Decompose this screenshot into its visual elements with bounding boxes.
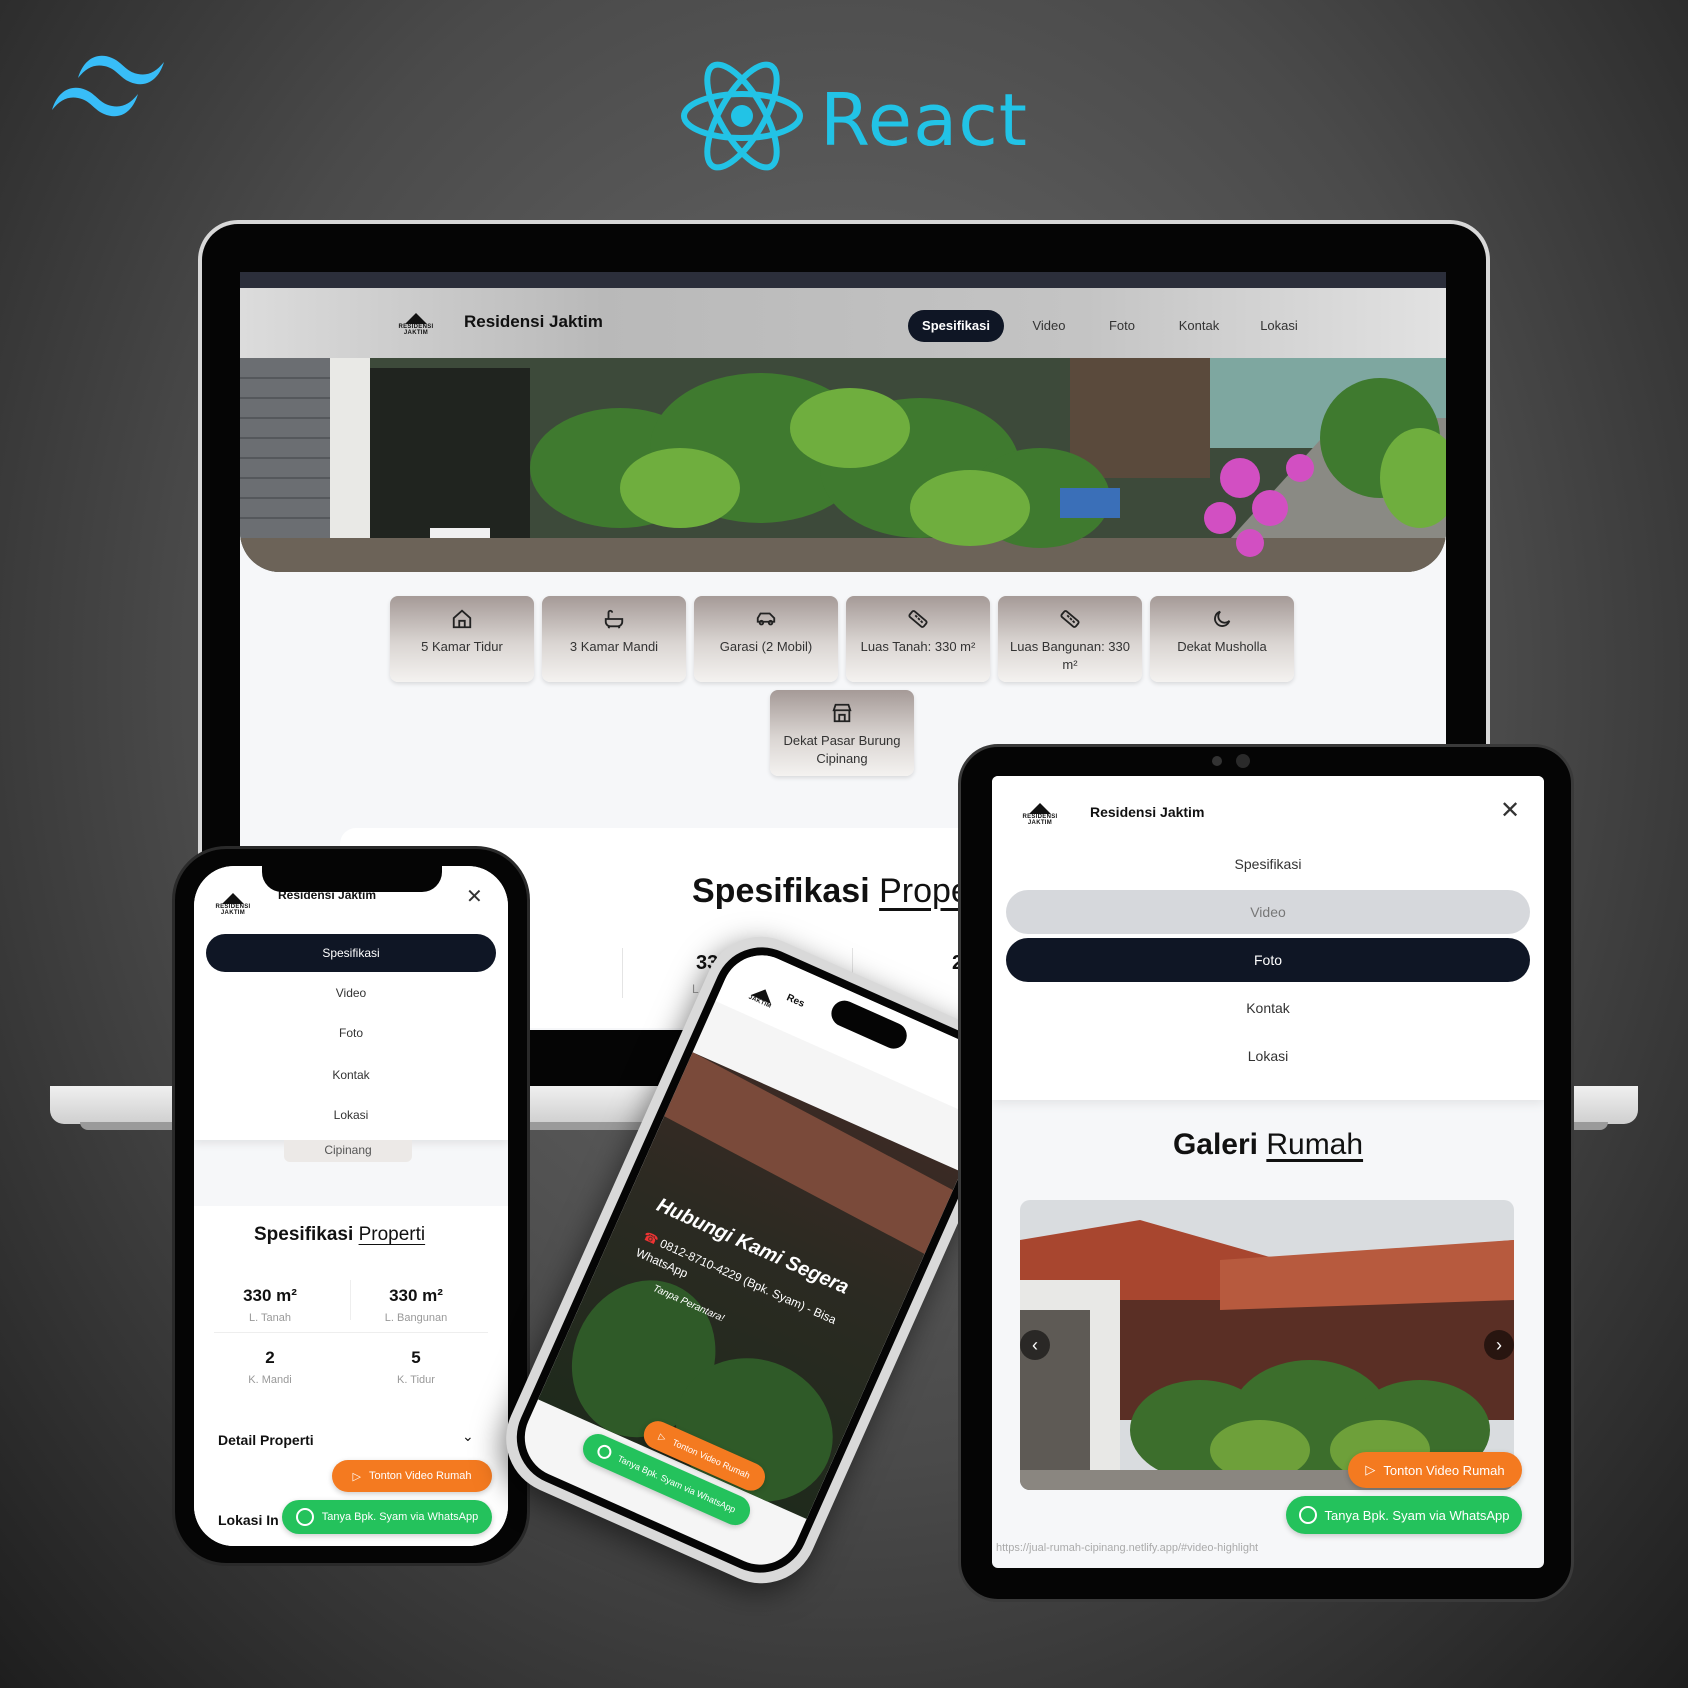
tailwind-logo-icon <box>52 55 164 117</box>
mobile-menu-spesifikasi[interactable]: Spesifikasi <box>206 934 496 972</box>
feature-card-fragment: Cipinang <box>284 1140 412 1162</box>
tablet-menu-spesifikasi[interactable]: Spesifikasi <box>1006 842 1530 886</box>
feature-card: Dekat Musholla <box>1150 596 1294 682</box>
mobile-menu-kontak[interactable]: Kontak <box>206 1056 496 1094</box>
nav-item-video[interactable]: Video <box>1016 310 1082 342</box>
whatsapp-icon <box>295 1508 314 1526</box>
watch-video-button[interactable]: ▷ Tonton Video Rumah <box>1348 1452 1522 1488</box>
tablet-menu-lokasi[interactable]: Lokasi <box>1006 1034 1530 1078</box>
feature-label: 3 Kamar Mandi <box>569 639 659 654</box>
moon-icon <box>1214 610 1231 627</box>
whatsapp-icon <box>1298 1506 1317 1524</box>
tablet-camera-icon <box>1236 754 1250 768</box>
tablet-menu-kontak[interactable]: Kontak <box>1006 986 1530 1030</box>
brand-logo[interactable]: RESIDENSI JAKTIM <box>215 886 250 916</box>
whatsapp-button[interactable]: Tanya Bpk. Syam via WhatsApp <box>282 1500 492 1534</box>
play-icon: ▷ <box>352 1470 361 1483</box>
stat-label: L. Tanah <box>248 1312 291 1324</box>
bath-icon <box>604 609 624 629</box>
ruler-icon <box>908 610 928 628</box>
tablet-camera-icon <box>1212 756 1222 766</box>
watch-video-button[interactable]: ▷ Tonton Video Rumah <box>332 1460 492 1492</box>
close-icon[interactable]: ✕ <box>1500 796 1520 825</box>
lokasi-heading: Lokasi In <box>218 1512 279 1528</box>
brand-logo[interactable]: RESIDENSI JAKTIM <box>396 306 436 336</box>
stat-label: K. Tidur <box>397 1374 435 1386</box>
play-icon: ▷ <box>1365 1462 1376 1477</box>
feature-card: Dekat Pasar Burung Cipinang <box>770 690 914 776</box>
gallery-photo: ‹ › <box>1020 1200 1514 1490</box>
whatsapp-button[interactable]: Tanya Bpk. Syam via WhatsApp <box>1286 1496 1522 1534</box>
nav-item-kontak[interactable]: Kontak <box>1162 310 1236 342</box>
brand-title[interactable]: Residensi Jaktim <box>1090 804 1204 820</box>
whatsapp-icon <box>595 1442 614 1462</box>
mobile-menu-video[interactable]: Video <box>206 974 496 1012</box>
stat-label: L. Bangunan <box>384 1312 448 1324</box>
browser-address-bar[interactable] <box>240 272 1446 288</box>
gallery-title: Galeri Rumah <box>1172 1128 1364 1161</box>
feature-card: Garasi (2 Mobil) <box>694 596 838 682</box>
store-icon <box>832 703 852 723</box>
react-atom-icon <box>681 61 803 171</box>
feature-label: Dekat Pasar Burung Cipinang <box>783 733 901 766</box>
close-icon[interactable]: ✕ <box>466 884 483 909</box>
stat-divider <box>214 1332 488 1333</box>
stat-divider <box>622 948 623 998</box>
play-icon: ▷ <box>657 1430 668 1443</box>
stat-value: 330 m² <box>389 1286 443 1305</box>
stat-value: 2 <box>265 1348 275 1367</box>
mobile-menu-foto[interactable]: Foto <box>206 1014 496 1052</box>
brand-title[interactable]: Residensi Jaktim <box>464 312 603 332</box>
stat-value: 5 <box>411 1348 421 1367</box>
gallery-prev-button[interactable]: ‹ <box>1020 1330 1050 1360</box>
nav-item-foto[interactable]: Foto <box>1092 310 1152 342</box>
home-icon <box>452 609 472 629</box>
feature-label: Luas Bangunan: 330 m² <box>1010 639 1130 672</box>
mobile-spec-title: Spesifikasi Properti <box>254 1224 426 1245</box>
stat-value: 330 m² <box>243 1286 297 1305</box>
feature-label: 5 Kamar Tidur <box>421 639 503 654</box>
brand-logo[interactable]: RESIDENSI JAKTIM <box>1020 796 1060 826</box>
feature-label: Dekat Musholla <box>1177 639 1267 654</box>
phone-notch <box>262 862 442 892</box>
feature-card: 5 Kamar Tidur <box>390 596 534 682</box>
hero-garden-photo <box>240 358 1446 572</box>
stat-label: K. Mandi <box>248 1374 292 1386</box>
feature-label: Luas Tanah: 330 m² <box>860 639 976 654</box>
feature-card: Luas Tanah: 330 m² <box>846 596 990 682</box>
react-wordmark: React <box>820 78 1029 162</box>
stat-divider <box>350 1280 351 1320</box>
status-bar-url: https://jual-rumah-cipinang.netlify.app/… <box>996 1542 1259 1554</box>
site-navbar: RESIDENSI JAKTIM Residensi Jaktim Spesif… <box>240 288 1446 358</box>
nav-item-lokasi[interactable]: Lokasi <box>1246 310 1312 342</box>
feature-card: 3 Kamar Mandi <box>542 596 686 682</box>
nav-item-spesifikasi[interactable]: Spesifikasi <box>908 310 1004 342</box>
tablet-menu-video[interactable]: Video <box>1006 890 1530 934</box>
gallery-next-button[interactable]: › <box>1484 1330 1514 1360</box>
spec-section-title: Spesifikasi Prope <box>692 872 970 910</box>
phone-left-screen: RESIDENSI JAKTIM Residensi Jaktim ✕ Spes… <box>194 866 508 1546</box>
tablet-screen: RESIDENSI JAKTIM Residensi Jaktim ✕ Spes… <box>992 776 1544 1568</box>
feature-card: Luas Bangunan: 330 m² <box>998 596 1142 682</box>
detail-properti-heading[interactable]: Detail Properti <box>218 1432 314 1448</box>
tablet-menu-foto[interactable]: Foto <box>1006 938 1530 982</box>
feature-label: Garasi (2 Mobil) <box>719 639 813 654</box>
car-icon <box>756 612 776 626</box>
ruler-icon <box>1060 610 1080 628</box>
mobile-menu-lokasi[interactable]: Lokasi <box>206 1096 496 1134</box>
chevron-down-icon[interactable]: ⌄ <box>462 1428 474 1445</box>
